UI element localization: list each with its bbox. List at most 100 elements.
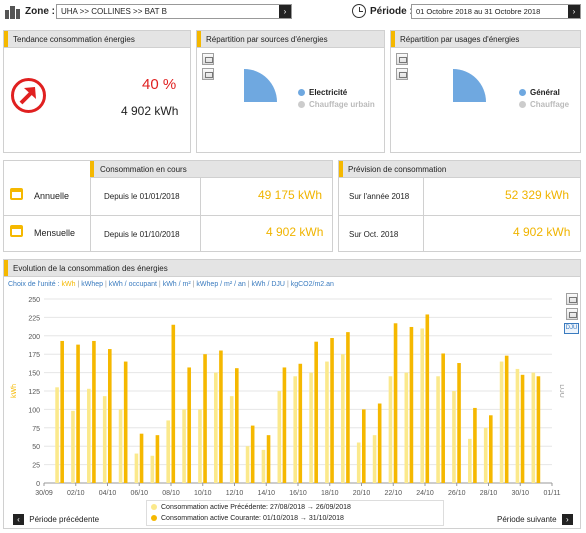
bar-courante <box>425 314 430 483</box>
bar-courante <box>92 340 96 483</box>
bar-courante <box>457 363 461 483</box>
bar-courante <box>298 363 303 483</box>
bar-precedente <box>452 391 456 483</box>
zone-select[interactable]: UHA >> COLLINES >> BAT B › <box>56 4 292 19</box>
evolution-bar-chart: 0 25 50 75 100 125 150 175 200 225 250 kWh DJU 30/09 0… <box>11 297 564 495</box>
bar-courante <box>235 368 239 483</box>
repartition-sources-title: Répartition par sources d'énergies <box>206 35 328 44</box>
prevision-panel: Prévision de consommation Sur l'année 20… <box>338 160 581 252</box>
calendar-icon <box>10 225 23 237</box>
legend-electricite[interactable]: Electricité <box>298 88 375 97</box>
evolution-title: Evolution de la consommation des énergie… <box>13 264 168 273</box>
building-icon <box>5 5 21 19</box>
bar-courante <box>473 407 477 483</box>
bar-courante <box>219 350 223 483</box>
periode-next-button[interactable]: › <box>568 5 580 18</box>
mensuelle-value: 4 902 kWh <box>266 225 324 239</box>
tendance-value: 4 902 kWh <box>121 104 179 118</box>
annuelle-since: Depuis le 01/01/2018 <box>104 192 180 201</box>
prevision-annee-label: Sur l'année 2018 <box>349 192 410 201</box>
y-tick-label: 175 <box>28 352 40 359</box>
y-axis-label: kWh <box>11 384 18 398</box>
tendance-percent: 40 % <box>142 76 177 93</box>
unit-selector: Choix de l'unité : kWh | kWhep | kWh / o… <box>8 281 334 288</box>
dju-button[interactable]: DJU <box>564 323 579 334</box>
download-icon[interactable] <box>396 53 408 65</box>
x-tick-label: 12/10 <box>226 490 244 495</box>
previous-period-label: Période précédente <box>29 515 100 524</box>
bar-precedente <box>245 446 250 483</box>
x-tick-label: 06/10 <box>130 490 148 495</box>
annuelle-value: 49 175 kWh <box>258 188 323 202</box>
y-tick-label: 0 <box>36 481 40 488</box>
bar-courante <box>362 409 366 483</box>
legend-general[interactable]: Général <box>519 88 569 97</box>
y-tick-label: 250 <box>28 297 40 304</box>
legend-precedente[interactable]: Consommation active Précédente: 27/08/20… <box>151 504 351 511</box>
unit-option[interactable]: kgCO2/m2.an <box>291 281 334 288</box>
unit-option[interactable]: kWh / m² <box>163 281 191 288</box>
y-tick-label: 150 <box>28 371 40 378</box>
bar-precedente <box>483 427 488 483</box>
y2-axis-label: DJU <box>558 384 564 398</box>
y-tick-label: 50 <box>32 444 40 451</box>
unit-option[interactable]: kWhep <box>81 281 103 288</box>
prevision-mois-label: Sur Oct. 2018 <box>349 230 399 239</box>
bar-courante <box>250 425 255 483</box>
trend-up-icon <box>11 78 46 113</box>
clock-icon <box>352 4 366 18</box>
prevision-title: Prévision de consommation <box>348 165 447 174</box>
y-tick-label: 125 <box>28 389 40 396</box>
bar-courante <box>377 403 382 483</box>
bar-courante <box>123 361 128 483</box>
x-tick-label: 04/10 <box>99 490 117 495</box>
legend-chauffage-urbain[interactable]: Chauffage urbain <box>298 100 375 109</box>
print-icon[interactable] <box>202 68 214 80</box>
sources-legend: Electricité Chauffage urbain <box>298 88 375 109</box>
next-period-button[interactable]: Période suivante › <box>497 514 573 525</box>
legend-chauffage[interactable]: Chauffage <box>519 100 569 109</box>
chevron-right-icon: › <box>561 514 573 525</box>
bar-courante <box>409 326 414 483</box>
bar-courante <box>187 367 191 483</box>
x-tick-label: 22/10 <box>384 490 402 495</box>
annuelle-label: Annuelle <box>34 191 70 201</box>
next-period-label: Période suivante <box>497 515 557 524</box>
bar-precedente <box>150 455 155 483</box>
bar-precedente <box>87 388 91 483</box>
bar-precedente <box>198 409 202 483</box>
repartition-usages-title: Répartition par usages d'énergies <box>400 35 520 44</box>
download-icon[interactable] <box>202 53 214 65</box>
unit-option[interactable]: kWh / DJU <box>252 281 285 288</box>
bar-precedente <box>277 391 282 483</box>
zone-next-button[interactable]: › <box>279 5 291 18</box>
unit-option[interactable]: kWhep / m² / an <box>196 281 245 288</box>
bar-precedente <box>134 453 139 483</box>
bar-courante <box>139 433 144 483</box>
zone-label: Zone : <box>25 6 55 17</box>
bar-precedente <box>102 396 107 483</box>
evolution-panel: Evolution de la consommation des énergie… <box>3 259 581 529</box>
print-icon[interactable] <box>396 68 408 80</box>
usages-pie-chart <box>453 69 486 102</box>
periode-select[interactable]: 01 Octobre 2018 au 31 Octobre 2018 › <box>411 4 581 19</box>
bar-courante <box>282 367 287 483</box>
bar-courante <box>489 415 493 483</box>
unit-option[interactable]: kWh / occupant <box>109 281 157 288</box>
unit-option[interactable]: kWh <box>62 281 76 288</box>
bar-precedente <box>309 372 313 483</box>
bar-precedente <box>118 409 123 483</box>
bar-courante <box>60 340 64 483</box>
bar-precedente <box>71 410 75 483</box>
mensuelle-label: Mensuelle <box>34 228 76 238</box>
bar-courante <box>330 338 334 483</box>
legend-courante[interactable]: Consommation active Courante: 01/10/2018… <box>151 515 344 522</box>
download-icon[interactable] <box>566 308 578 320</box>
x-tick-label: 28/10 <box>480 490 498 495</box>
periode-value: 01 Octobre 2018 au 31 Octobre 2018 <box>416 7 541 16</box>
bar-precedente <box>214 372 218 483</box>
prevision-annee-value: 52 329 kWh <box>505 188 570 202</box>
previous-period-button[interactable]: ‹ Période précédente <box>13 514 99 525</box>
print-icon[interactable] <box>566 293 578 305</box>
x-tick-label: 14/10 <box>257 490 275 495</box>
